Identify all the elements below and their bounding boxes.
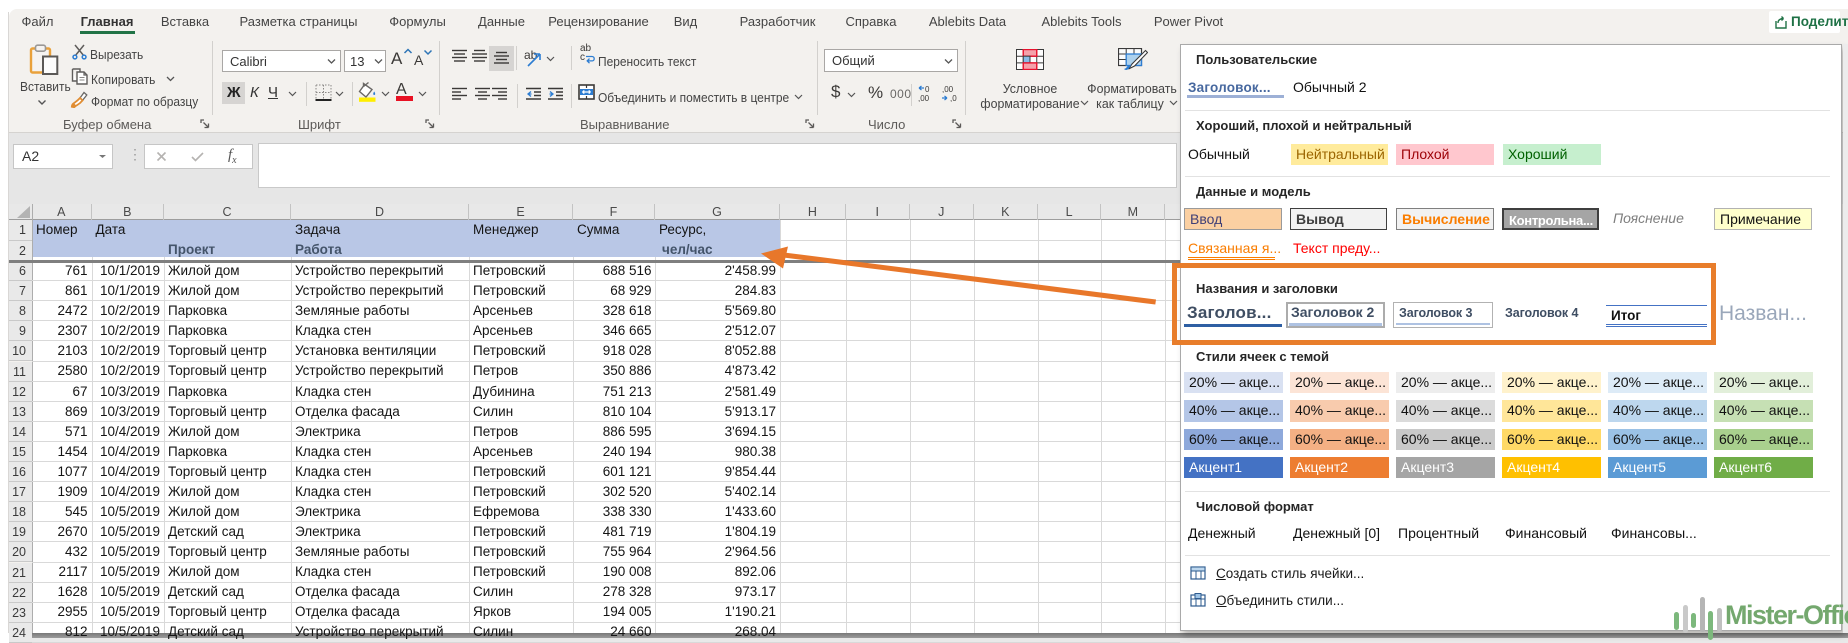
svg-text:,00: ,00: [918, 94, 930, 103]
svg-text:,00: ,00: [942, 85, 954, 94]
svg-text:0: 0: [925, 85, 930, 94]
svg-text:,0: ,0: [950, 94, 957, 103]
